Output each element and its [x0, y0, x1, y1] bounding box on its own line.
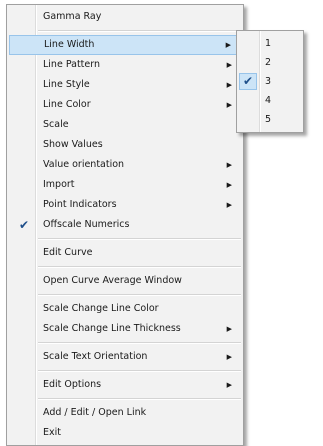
submenu-item-label: 1 [265, 38, 272, 49]
menu-item-label: Show Values [43, 139, 103, 150]
context-menu-items: Gamma Ray Line Width ▶ Line Pattern ▶ Line St… [7, 5, 243, 445]
menu-item-line-color[interactable]: Line Color ▶ [9, 95, 241, 115]
menu-item-edit-curve[interactable]: Edit Curve [9, 243, 241, 263]
menu-item-label: Point Indicators [43, 199, 117, 210]
checkmark-icon: ✔ [242, 74, 254, 88]
menu-item-label: Scale [43, 119, 69, 130]
menu-separator [38, 342, 241, 344]
submenu-arrow-icon: ▶ [226, 181, 232, 189]
checkmark-icon: ✔ [18, 218, 30, 232]
menu-item-line-width[interactable]: Line Width ▶ [9, 35, 241, 55]
menu-item-label: Offscale Numerics [43, 219, 130, 230]
submenu-item-label: 4 [265, 95, 272, 106]
line-width-option-3[interactable]: ✔ 3 [237, 72, 303, 91]
submenu-item-label: 5 [265, 114, 272, 125]
menu-item-label: Value orientation [43, 159, 125, 170]
submenu-item-label: 2 [265, 57, 272, 68]
line-width-option-2[interactable]: 2 [237, 53, 303, 72]
line-width-option-5[interactable]: 5 [237, 110, 303, 129]
menu-separator [38, 398, 241, 400]
menu-item-offscale-numerics[interactable]: ✔ Offscale Numerics [9, 215, 241, 235]
submenu-arrow-icon: ▶ [225, 41, 231, 49]
submenu-arrow-icon: ▶ [226, 61, 232, 69]
menu-item-label: Import [43, 179, 75, 190]
menu-item-scale-text-orientation[interactable]: Scale Text Orientation ▶ [9, 347, 241, 367]
menu-separator [38, 370, 241, 372]
menu-item-label: Line Style [43, 79, 90, 90]
menu-item-label: Open Curve Average Window [43, 275, 182, 286]
menu-separator [38, 266, 241, 268]
menu-item-label: Edit Options [43, 379, 102, 390]
menu-item-scale[interactable]: Scale [9, 115, 241, 135]
menu-item-label: Gamma Ray [43, 11, 102, 22]
menu-item-value-orientation[interactable]: Value orientation ▶ [9, 155, 241, 175]
submenu-arrow-icon: ▶ [226, 81, 232, 89]
menu-item-line-style[interactable]: Line Style ▶ [9, 75, 241, 95]
menu-item-label: Scale Change Line Thickness [43, 323, 181, 334]
menu-item-show-values[interactable]: Show Values [9, 135, 241, 155]
menu-item-label: Exit [43, 427, 61, 438]
menu-item-label: Scale Text Orientation [43, 351, 148, 362]
submenu-arrow-icon: ▶ [226, 353, 232, 361]
menu-item-scale-change-line-color[interactable]: Scale Change Line Color [9, 299, 241, 319]
menu-item-label: Line Color [43, 99, 91, 110]
menu-item-gamma-ray[interactable]: Gamma Ray [9, 7, 241, 27]
context-menu: Gamma Ray Line Width ▶ Line Pattern ▶ Line St… [6, 4, 244, 446]
line-width-option-1[interactable]: 1 [237, 34, 303, 53]
submenu-arrow-icon: ▶ [226, 381, 232, 389]
menu-item-exit[interactable]: Exit [9, 423, 241, 443]
submenu-arrow-icon: ▶ [226, 101, 232, 109]
menu-item-label: Add / Edit / Open Link [43, 407, 147, 418]
menu-item-import[interactable]: Import ▶ [9, 175, 241, 195]
menu-item-line-pattern[interactable]: Line Pattern ▶ [9, 55, 241, 75]
menu-item-label: Edit Curve [43, 247, 93, 258]
menu-separator [38, 238, 241, 240]
submenu-arrow-icon: ▶ [226, 325, 232, 333]
menu-item-point-indicators[interactable]: Point Indicators ▶ [9, 195, 241, 215]
menu-separator [38, 294, 241, 296]
menu-item-label: Line Pattern [43, 59, 100, 70]
menu-item-label: Scale Change Line Color [43, 303, 159, 314]
submenu-arrow-icon: ▶ [226, 161, 232, 169]
menu-item-add-edit-open-link[interactable]: Add / Edit / Open Link [9, 403, 241, 423]
menu-item-open-curve-average-window[interactable]: Open Curve Average Window [9, 271, 241, 291]
menu-item-label: Line Width [44, 39, 95, 50]
submenu-item-label: 3 [265, 76, 272, 87]
line-width-submenu-items: 1 2 ✔ 3 4 5 [237, 31, 303, 132]
menu-item-edit-options[interactable]: Edit Options ▶ [9, 375, 241, 395]
menu-item-scale-change-line-thickness[interactable]: Scale Change Line Thickness ▶ [9, 319, 241, 339]
line-width-submenu: 1 2 ✔ 3 4 5 [236, 30, 304, 133]
menu-separator [38, 30, 241, 32]
line-width-option-4[interactable]: 4 [237, 91, 303, 110]
submenu-arrow-icon: ▶ [226, 201, 232, 209]
